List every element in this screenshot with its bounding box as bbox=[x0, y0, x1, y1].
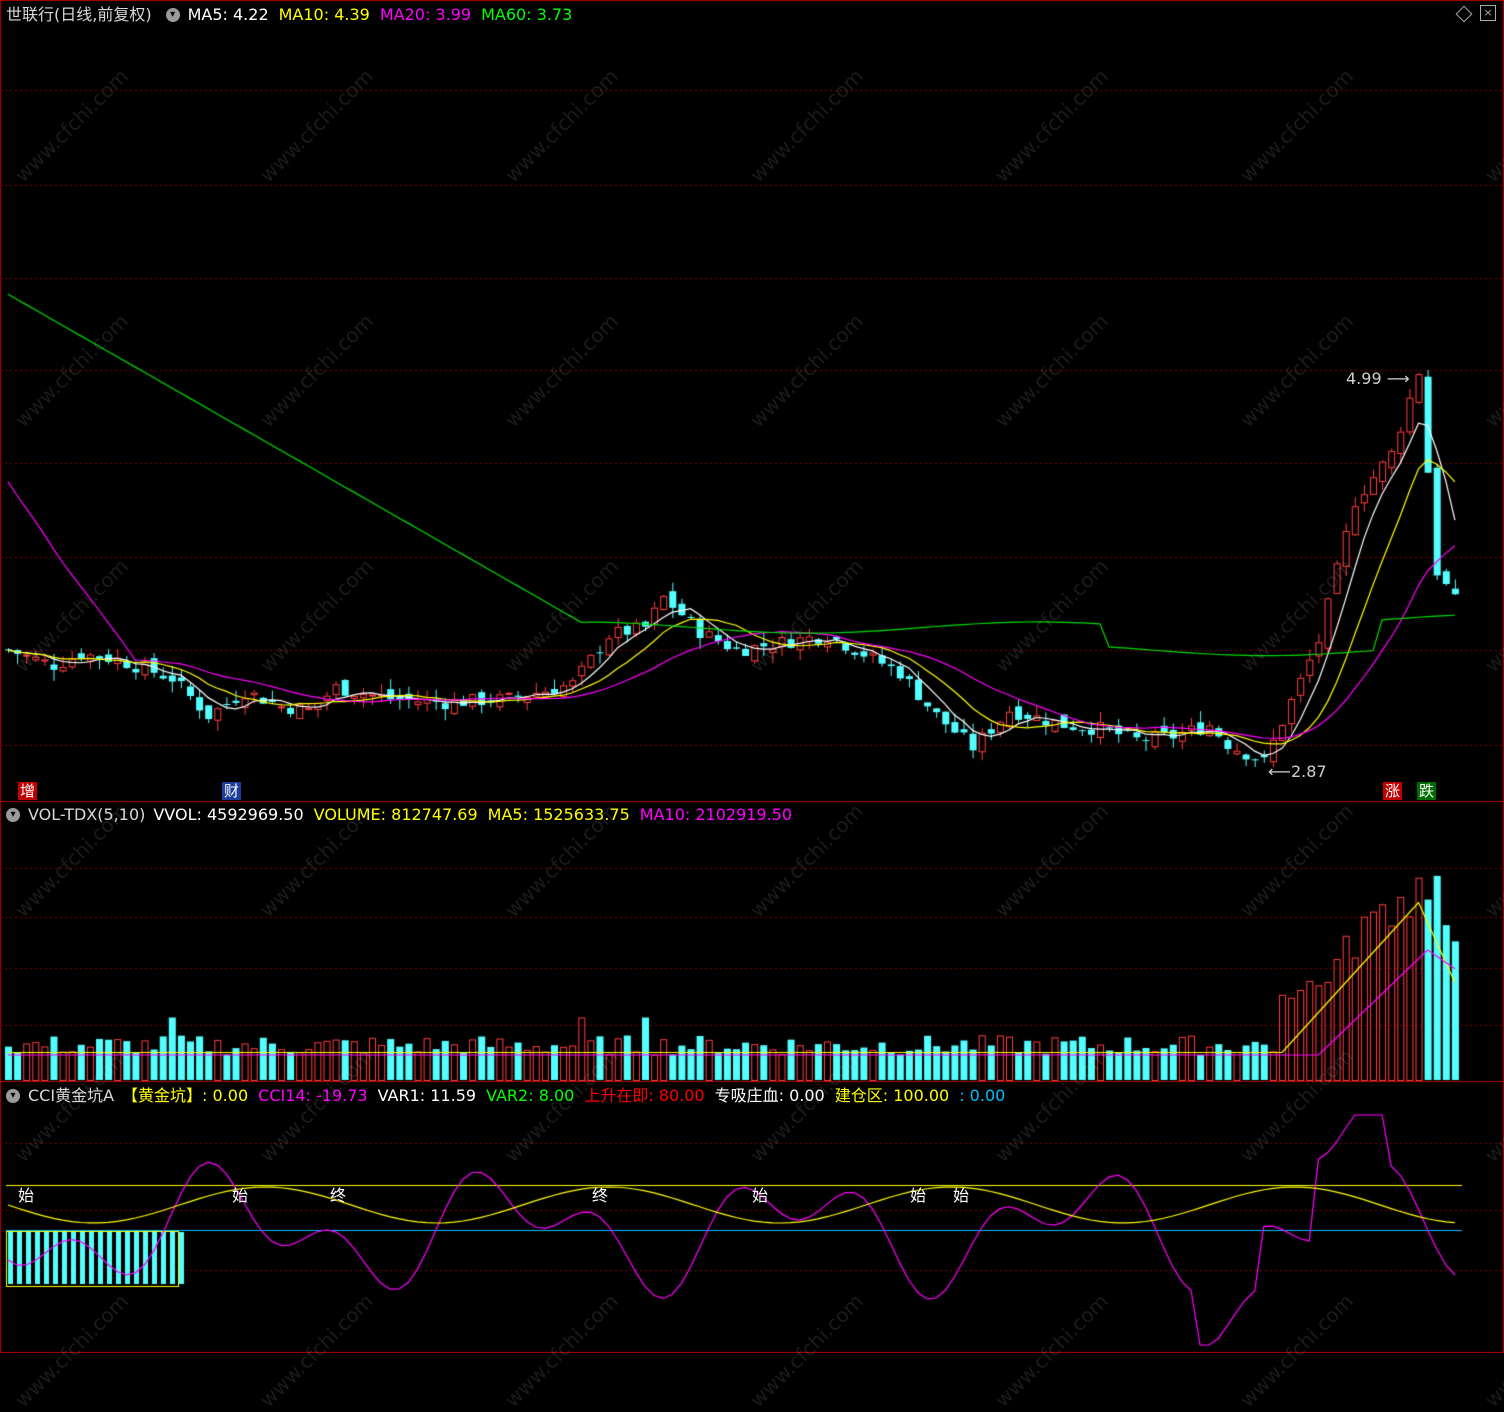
cci-marker: 始 bbox=[18, 1186, 35, 1205]
main-indicator-menu-icon[interactable]: ▾ bbox=[165, 8, 180, 22]
tag-cai[interactable]: 财 bbox=[222, 782, 242, 800]
volume-indicator-name: VOL-TDX(5,10) bbox=[28, 805, 146, 824]
cci-marker: 始 bbox=[232, 1186, 249, 1205]
low-price-label: ⟵2.87 bbox=[1268, 762, 1327, 781]
cci-item-3: VAR2: 8.00 bbox=[486, 1086, 575, 1105]
high-price-label: 4.99 ⟶ bbox=[1346, 369, 1410, 388]
ma-item-1: MA10: 4.39 bbox=[278, 5, 370, 24]
cci-marker: 始 bbox=[752, 1186, 769, 1205]
vol-item-1: VOLUME: 812747.69 bbox=[313, 805, 478, 824]
main-panel-header: 世联行 (日线,前复权) ▾ MA5: 4.22 MA10: 4.39 MA20: … bbox=[0, 4, 582, 26]
cci-item-7: : 0.00 bbox=[959, 1086, 1006, 1105]
cci-item-6: 建仓区: 100.00 bbox=[834, 1086, 950, 1105]
cci-panel-header: ▾ CCI黄金坑A 【黄金坑】: 0.00 CCI14: -19.73 VAR1: … bbox=[0, 1085, 1015, 1107]
cci-item-1: CCI14: -19.73 bbox=[258, 1086, 368, 1105]
cci-item-0: 【黄金坑】: 0.00 bbox=[122, 1086, 249, 1105]
cci-marker: 终 bbox=[330, 1186, 347, 1205]
cci-indicator-menu-icon[interactable]: ▾ bbox=[6, 1089, 20, 1103]
window-close-icon[interactable]: × bbox=[1480, 5, 1496, 21]
cci-legend: 【黄金坑】: 0.00 CCI14: -19.73 VAR1: 11.59 VAR2:… bbox=[122, 1085, 1015, 1107]
cci-item-5: 专吸庄血: 0.00 bbox=[714, 1086, 825, 1105]
vol-item-2: MA5: 1525633.75 bbox=[487, 805, 630, 824]
cci-item-4: 上升在即: 80.00 bbox=[584, 1086, 705, 1105]
cci-indicator-name: CCI黄金坑A bbox=[28, 1086, 115, 1105]
cci-marker: 终 bbox=[592, 1186, 609, 1205]
ma-item-3: MA60: 3.73 bbox=[481, 5, 573, 24]
volume-indicator-menu-icon[interactable]: ▾ bbox=[6, 808, 20, 822]
ma-item-2: MA20: 3.99 bbox=[379, 5, 472, 24]
cci-marker: 始 bbox=[910, 1186, 927, 1205]
vol-item-3: MA10: 2102919.50 bbox=[639, 805, 793, 824]
kline-chart-canvas[interactable] bbox=[0, 0, 1504, 1353]
volume-panel-header: ▾ VOL-TDX(5,10) VVOL: 4592969.50 VOLUME: … bbox=[0, 804, 802, 826]
tag-zhang[interactable]: 涨 bbox=[1383, 782, 1403, 800]
volume-legend: VVOL: 4592969.50 VOLUME: 812747.69 MA5: 15… bbox=[153, 804, 802, 826]
vol-item-0: VVOL: 4592969.50 bbox=[153, 805, 304, 824]
tag-die[interactable]: 跌 bbox=[1417, 782, 1437, 800]
ma-item-0: MA5: 4.22 bbox=[187, 5, 269, 24]
period-label: (日线,前复权) bbox=[54, 5, 152, 24]
ma-legend: MA5: 4.22 MA10: 4.39 MA20: 3.99 MA60: 3.73 bbox=[188, 4, 583, 26]
cci-item-2: VAR1: 11.59 bbox=[377, 1086, 477, 1105]
stock-name: 世联行 bbox=[6, 5, 55, 24]
tag-zeng[interactable]: 增 bbox=[18, 782, 38, 800]
cci-marker: 始 bbox=[953, 1186, 970, 1205]
